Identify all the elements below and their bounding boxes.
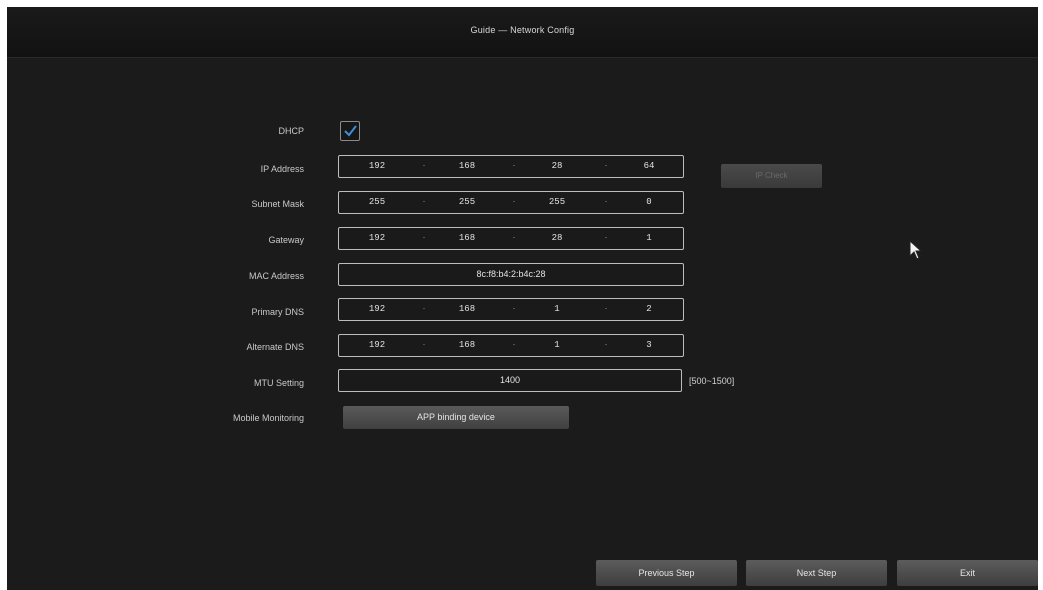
octet-separator: · — [604, 160, 608, 170]
next-step-button[interactable]: Next Step — [746, 560, 887, 586]
mtu-input[interactable]: 1400 — [338, 369, 682, 392]
octet-separator: · — [422, 232, 426, 242]
subnet-octet-4[interactable]: 0 — [629, 197, 669, 207]
octet-separator: · — [512, 339, 516, 349]
alternate-dns-octet-3[interactable]: 1 — [537, 340, 577, 350]
mouse-cursor-icon — [909, 240, 923, 260]
mac-address-label: MAC Address — [248, 271, 304, 281]
primary-dns-octet-3[interactable]: 1 — [537, 304, 577, 314]
ip-octet-3[interactable]: 28 — [537, 161, 577, 171]
octet-separator: · — [604, 232, 608, 242]
ip-address-field[interactable]: 192 · 168 · 28 · 64 — [338, 155, 684, 178]
gateway-octet-3[interactable]: 28 — [537, 233, 577, 243]
dhcp-label: DHCP — [278, 126, 304, 136]
octet-separator: · — [512, 303, 516, 313]
octet-separator: · — [604, 196, 608, 206]
alternate-dns-octet-4[interactable]: 3 — [629, 340, 669, 350]
octet-separator: · — [422, 160, 426, 170]
octet-separator: · — [422, 339, 426, 349]
ip-address-label: IP Address — [260, 164, 304, 174]
ip-octet-2[interactable]: 168 — [447, 161, 487, 171]
subnet-octet-1[interactable]: 255 — [357, 197, 397, 207]
gateway-label: Gateway — [268, 235, 304, 245]
primary-dns-label: Primary DNS — [251, 307, 304, 317]
octet-separator: · — [512, 232, 516, 242]
gateway-octet-1[interactable]: 192 — [357, 233, 397, 243]
title-bar: Guide — Network Config — [7, 7, 1038, 58]
ip-octet-1[interactable]: 192 — [357, 161, 397, 171]
mtu-setting-label: MTU Setting — [253, 378, 304, 388]
previous-step-button[interactable]: Previous Step — [596, 560, 737, 586]
octet-separator: · — [422, 303, 426, 313]
window-title: Guide — Network Config — [470, 25, 575, 35]
alternate-dns-field[interactable]: 192 · 168 · 1 · 3 — [338, 334, 684, 357]
subnet-mask-field[interactable]: 255 · 255 · 255 · 0 — [338, 191, 684, 214]
subnet-mask-label: Subnet Mask — [251, 199, 304, 209]
subnet-octet-3[interactable]: 255 — [537, 197, 577, 207]
exit-button[interactable]: Exit — [897, 560, 1038, 586]
octet-separator: · — [422, 196, 426, 206]
ip-test-button[interactable]: IP Check — [721, 164, 822, 188]
primary-dns-octet-4[interactable]: 2 — [629, 304, 669, 314]
gateway-field[interactable]: 192 · 168 · 28 · 1 — [338, 227, 684, 250]
dhcp-checkbox[interactable] — [340, 121, 360, 141]
checkmark-icon — [344, 125, 357, 137]
mtu-range-hint: [500~1500] — [689, 376, 735, 386]
alternate-dns-octet-2[interactable]: 168 — [447, 340, 487, 350]
primary-dns-octet-2[interactable]: 168 — [447, 304, 487, 314]
gateway-octet-4[interactable]: 1 — [629, 233, 669, 243]
mac-address-field: 8c:f8:b4:2:b4c:28 — [338, 263, 684, 286]
ip-octet-4[interactable]: 64 — [629, 161, 669, 171]
primary-dns-octet-1[interactable]: 192 — [357, 304, 397, 314]
primary-dns-field[interactable]: 192 · 168 · 1 · 2 — [338, 298, 684, 321]
alternate-dns-label: Alternate DNS — [246, 342, 304, 352]
gateway-octet-2[interactable]: 168 — [447, 233, 487, 243]
octet-separator: · — [604, 303, 608, 313]
mobile-monitoring-label: Mobile Monitoring — [232, 413, 304, 423]
octet-separator: · — [512, 196, 516, 206]
subnet-octet-2[interactable]: 255 — [447, 197, 487, 207]
guide-window: Guide — Network Config DHCP IP Address 1… — [7, 7, 1038, 590]
octet-separator: · — [512, 160, 516, 170]
octet-separator: · — [604, 339, 608, 349]
alternate-dns-octet-1[interactable]: 192 — [357, 340, 397, 350]
app-binding-device-button[interactable]: APP binding device — [343, 406, 569, 429]
